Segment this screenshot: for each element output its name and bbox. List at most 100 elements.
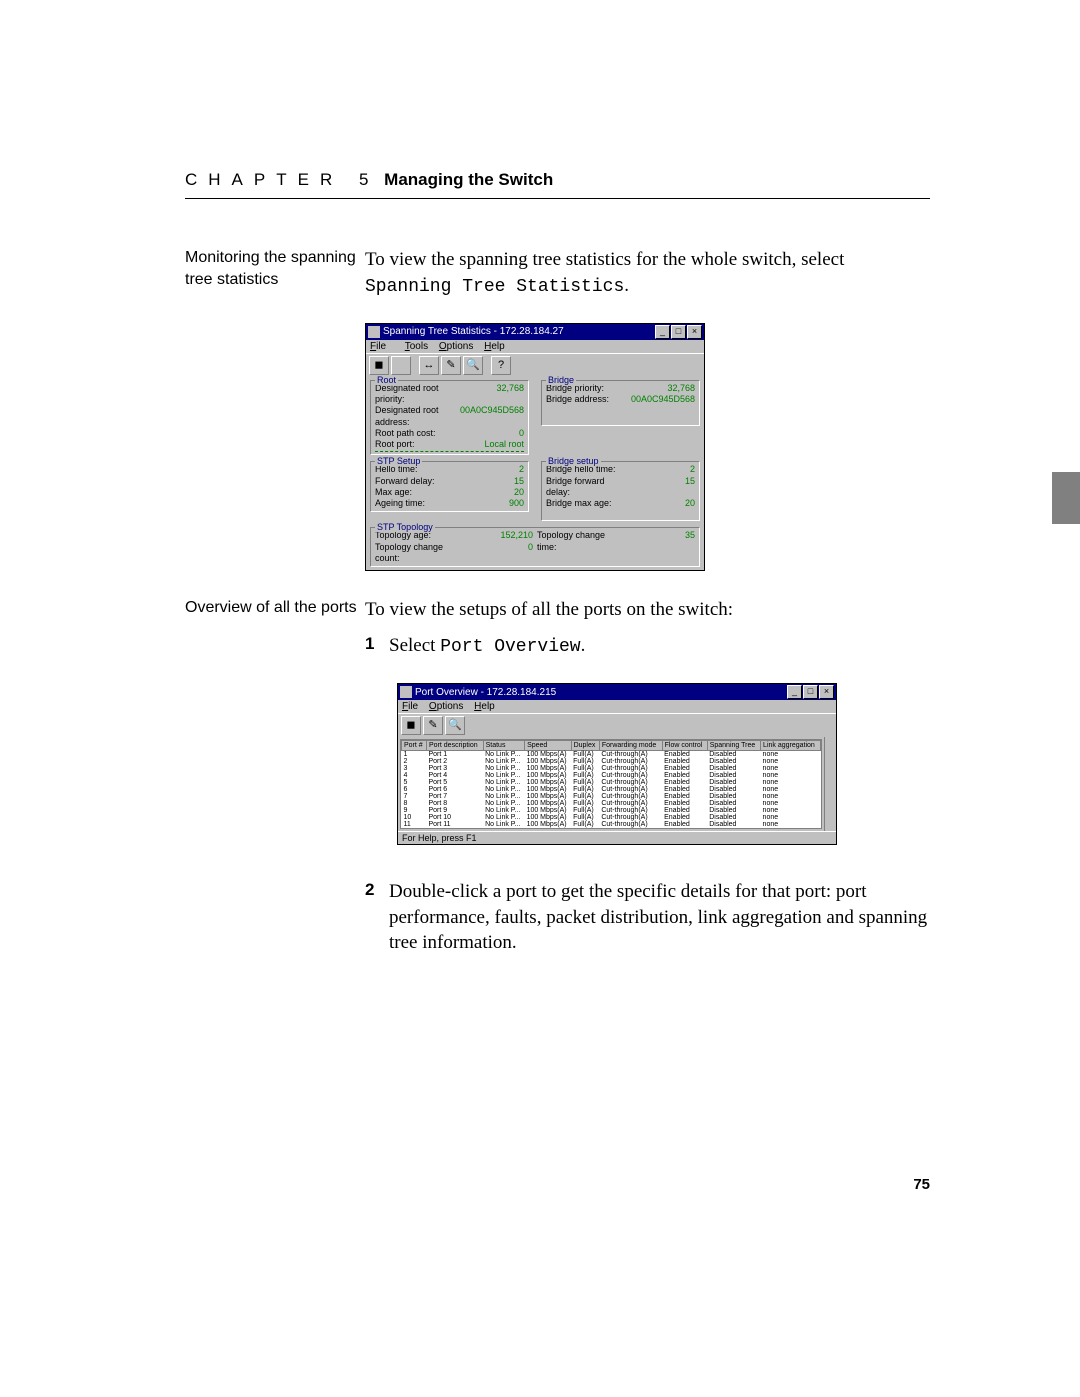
toolbar-button-1[interactable]: ◼ bbox=[369, 356, 389, 375]
menubar: File Tools Options Help bbox=[366, 340, 704, 353]
table-cell: No Link P... bbox=[483, 751, 524, 759]
port-table-header[interactable]: Duplex bbox=[571, 741, 599, 751]
table-cell: Enabled bbox=[662, 779, 707, 786]
vertical-scrollbar[interactable] bbox=[824, 737, 836, 831]
port-table-header[interactable]: Forwarding mode bbox=[599, 741, 662, 751]
table-row[interactable]: 9Port 9No Link P...100 Mbps(A)Full(A)Cut… bbox=[402, 807, 821, 814]
table-cell: Enabled bbox=[662, 786, 707, 793]
table-cell: 100 Mbps(A) bbox=[525, 814, 572, 821]
table-cell: Disabled bbox=[707, 758, 760, 765]
table-cell: Enabled bbox=[662, 793, 707, 800]
running-head: CHAPTER 5 Managing the Switch bbox=[185, 170, 930, 199]
table-cell: No Link P... bbox=[483, 772, 524, 779]
port-table[interactable]: Port #Port descriptionStatusSpeedDuplexF… bbox=[401, 740, 821, 828]
menu-options-2[interactable]: Options bbox=[429, 701, 463, 712]
section-overview: Overview of all the ports To view the se… bbox=[185, 597, 930, 659]
table-cell: Cut-through(A) bbox=[599, 814, 662, 821]
maximize-button-2[interactable]: □ bbox=[803, 685, 818, 699]
toolbar-2: ◼ ✎ 🔍 bbox=[398, 713, 836, 737]
toolbar-button-5[interactable]: 🔍 bbox=[463, 356, 483, 375]
table-cell: Port 7 bbox=[427, 793, 484, 800]
root-path-cost-value: 0 bbox=[456, 428, 524, 439]
table-row[interactable]: 4Port 4No Link P...100 Mbps(A)Full(A)Cut… bbox=[402, 772, 821, 779]
table-cell: No Link P... bbox=[483, 758, 524, 765]
toolbar2-button-1[interactable]: ◼ bbox=[401, 716, 421, 735]
table-row[interactable]: 8Port 8No Link P...100 Mbps(A)Full(A)Cut… bbox=[402, 800, 821, 807]
table-cell: Enabled bbox=[662, 800, 707, 807]
table-row[interactable]: 10Port 10No Link P...100 Mbps(A)Full(A)C… bbox=[402, 814, 821, 821]
table-cell: 3 bbox=[402, 765, 427, 772]
toolbar-button-3[interactable]: ↔ bbox=[419, 356, 439, 375]
close-button-2[interactable]: × bbox=[819, 685, 834, 699]
port-table-header[interactable]: Speed bbox=[525, 741, 572, 751]
minimize-button[interactable]: _ bbox=[655, 325, 670, 339]
forward-delay-label: Forward delay: bbox=[375, 476, 435, 487]
toolbar2-button-2[interactable]: ✎ bbox=[423, 716, 443, 735]
port-table-header[interactable]: Port description bbox=[427, 741, 484, 751]
menu-help-2[interactable]: Help bbox=[474, 701, 495, 712]
app-icon-2 bbox=[400, 686, 412, 698]
toolbar2-button-3[interactable]: 🔍 bbox=[445, 716, 465, 735]
toolbar-button-help[interactable]: ? bbox=[491, 356, 511, 375]
menu-options[interactable]: Options bbox=[439, 341, 473, 352]
maximize-button[interactable]: □ bbox=[671, 325, 686, 339]
max-age-label: Max age: bbox=[375, 487, 412, 498]
table-row[interactable]: 11Port 11No Link P...100 Mbps(A)Full(A)C… bbox=[402, 821, 821, 828]
table-cell: Cut-through(A) bbox=[599, 786, 662, 793]
step-2-text: Double-click a port to get the specific … bbox=[389, 879, 930, 956]
menu-tools[interactable]: Tools bbox=[405, 341, 428, 352]
port-table-header[interactable]: Port # bbox=[402, 741, 427, 751]
table-cell: No Link P... bbox=[483, 793, 524, 800]
menu-file-2[interactable]: File bbox=[402, 701, 418, 712]
table-row[interactable]: 6Port 6No Link P...100 Mbps(A)Full(A)Cut… bbox=[402, 786, 821, 793]
table-cell: Enabled bbox=[662, 758, 707, 765]
titlebar-2[interactable]: Port Overview - 172.28.184.215 _ □ × bbox=[398, 684, 836, 700]
port-table-header[interactable]: Spanning Tree bbox=[707, 741, 760, 751]
table-row[interactable]: 2Port 2No Link P...100 Mbps(A)Full(A)Cut… bbox=[402, 758, 821, 765]
port-table-header[interactable]: Link aggregation bbox=[761, 741, 821, 751]
table-cell: Port 10 bbox=[427, 814, 484, 821]
port-table-header[interactable]: Flow control bbox=[662, 741, 707, 751]
bridge-max-age-value: 20 bbox=[627, 498, 695, 509]
menu-help[interactable]: Help bbox=[484, 341, 505, 352]
window-title: Spanning Tree Statistics - 172.28.184.27 bbox=[383, 326, 655, 337]
table-cell: Full(A) bbox=[571, 800, 599, 807]
table-cell: Enabled bbox=[662, 751, 707, 759]
table-row[interactable]: 3Port 3No Link P...100 Mbps(A)Full(A)Cut… bbox=[402, 765, 821, 772]
menubar-2: File Options Help bbox=[398, 700, 836, 713]
table-cell: Port 5 bbox=[427, 779, 484, 786]
table-cell: 100 Mbps(A) bbox=[525, 821, 572, 828]
table-row[interactable]: 1Port 1No Link P...100 Mbps(A)Full(A)Cut… bbox=[402, 751, 821, 759]
hello-time-value: 2 bbox=[456, 464, 524, 475]
table-cell: 10 bbox=[402, 814, 427, 821]
step-2: 2 Double-click a port to get the specifi… bbox=[365, 879, 930, 956]
menu-file[interactable]: File bbox=[370, 341, 394, 352]
toolbar-button-4[interactable]: ✎ bbox=[441, 356, 461, 375]
minimize-button-2[interactable]: _ bbox=[787, 685, 802, 699]
port-table-header[interactable]: Status bbox=[483, 741, 524, 751]
max-age-value: 20 bbox=[456, 487, 524, 498]
table-cell: Port 6 bbox=[427, 786, 484, 793]
close-button[interactable]: × bbox=[687, 325, 702, 339]
table-cell: Full(A) bbox=[571, 751, 599, 759]
titlebar[interactable]: Spanning Tree Statistics - 172.28.184.27… bbox=[366, 324, 704, 340]
table-cell: Cut-through(A) bbox=[599, 821, 662, 828]
topology-change-time-label: Topology change time: bbox=[537, 530, 627, 553]
table-cell: No Link P... bbox=[483, 765, 524, 772]
body-monitoring: To view the spanning tree statistics for… bbox=[365, 247, 930, 299]
table-cell: Disabled bbox=[707, 786, 760, 793]
table-cell: 11 bbox=[402, 821, 427, 828]
bridge-hello-time-value: 2 bbox=[627, 464, 695, 475]
toolbar-button-2[interactable] bbox=[391, 356, 411, 375]
table-cell: Disabled bbox=[707, 772, 760, 779]
table-cell: Disabled bbox=[707, 793, 760, 800]
side-tab bbox=[1052, 472, 1080, 524]
table-row[interactable]: 7Port 7No Link P...100 Mbps(A)Full(A)Cut… bbox=[402, 793, 821, 800]
table-cell: Port 4 bbox=[427, 772, 484, 779]
table-cell: Full(A) bbox=[571, 814, 599, 821]
table-cell: Port 9 bbox=[427, 807, 484, 814]
table-cell: 100 Mbps(A) bbox=[525, 765, 572, 772]
table-row[interactable]: 5Port 5No Link P...100 Mbps(A)Full(A)Cut… bbox=[402, 779, 821, 786]
table-cell: 4 bbox=[402, 772, 427, 779]
table-cell: Disabled bbox=[707, 779, 760, 786]
